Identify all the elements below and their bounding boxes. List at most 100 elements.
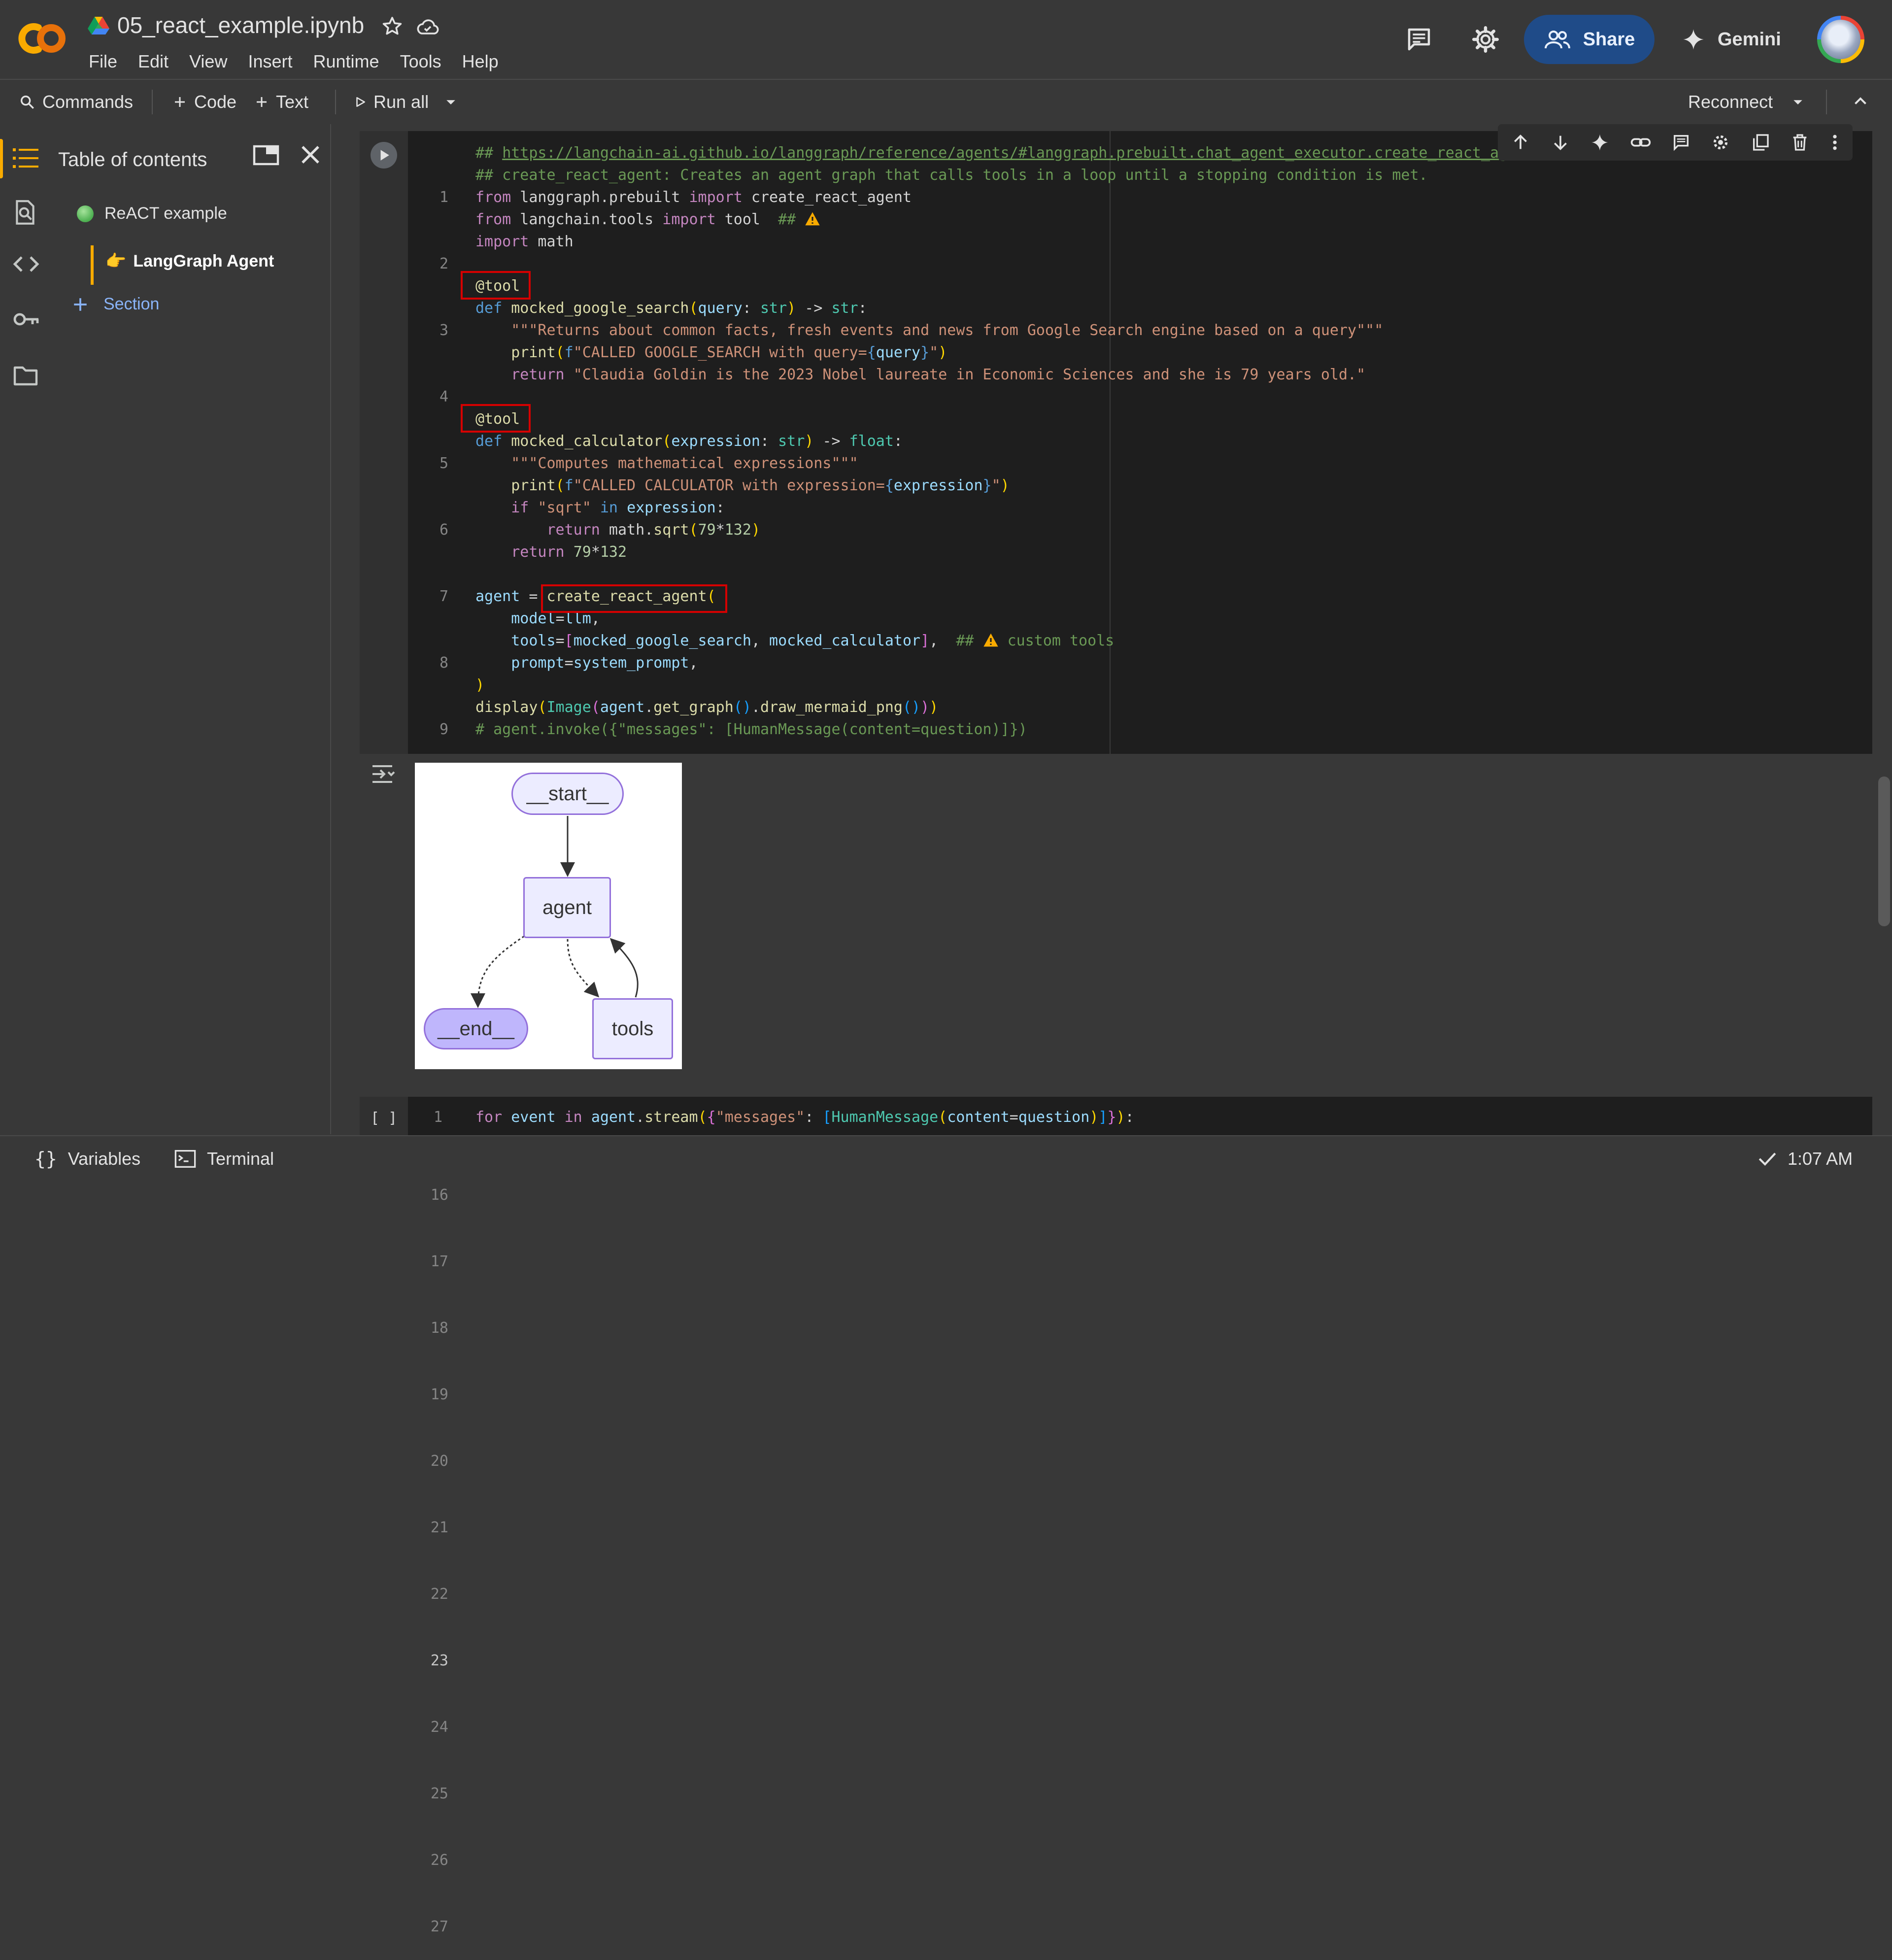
add-section-button[interactable]: Section [72,295,159,314]
code-line: tools=[mocked_google_search, mocked_calc… [511,632,1115,649]
menu-edit[interactable]: Edit [138,49,179,74]
mirror-cell-icon[interactable] [1751,133,1770,152]
cell-toolbar [1498,124,1853,161]
find-replace-icon[interactable] [13,199,37,226]
section-label: Section [103,295,160,313]
settings-gear-icon[interactable] [1471,25,1500,54]
gemini-button[interactable]: Gemini [1681,15,1781,64]
execution-time: 1:07 AM [1788,1149,1853,1169]
move-cell-down-icon[interactable] [1551,133,1570,152]
open-in-tab-icon[interactable] [252,143,280,168]
toc-item-langgraph-agent[interactable]: 👉 LangGraph Agent [105,251,274,271]
line-number: 26 [430,1852,448,1869]
line-number: 16 [430,1186,448,1204]
line-number: 25 [430,1785,448,1802]
code-snippets-icon[interactable] [13,254,39,274]
colab-logo-icon[interactable] [15,14,69,63]
cell-settings-gear-icon[interactable] [1711,133,1730,152]
commands-label: Commands [42,92,134,112]
code-line: def mocked_calculator(expression: str) -… [475,433,903,450]
highlight-box-create-react-agent [541,584,727,613]
delete-cell-trash-icon[interactable] [1790,133,1810,152]
line-number: 24 [430,1719,448,1736]
google-drive-icon[interactable] [88,16,109,35]
add-code-button[interactable]: Code [172,80,236,124]
scrollbar-track[interactable] [1876,124,1891,1134]
reconnect-button[interactable]: Reconnect [1688,80,1773,124]
cell-execution-count[interactable]: [ ] [371,1110,397,1127]
code-line: return math.sqrt(79*132) [546,521,761,539]
run-all-label: Run all [373,92,429,112]
code-line: import math [475,233,574,250]
code-line: display(Image(agent.get_graph().draw_mer… [475,699,939,716]
share-button[interactable]: Share [1524,15,1655,64]
line-number: 4 [439,388,448,406]
variables-label: Variables [68,1149,141,1169]
text-label: Text [276,92,309,112]
cloud-saved-icon[interactable] [415,15,440,38]
commands-button[interactable]: Commands [19,80,133,124]
user-avatar[interactable] [1817,16,1864,63]
line-number: 1 [434,1109,443,1126]
code-line: from langchain.tools import tool ## [475,208,1599,231]
variables-button[interactable]: {} Variables [34,1135,140,1183]
gemini-sparkle-icon[interactable] [1590,133,1610,152]
link-icon[interactable] [1630,133,1652,152]
add-text-button[interactable]: Text [254,80,308,124]
line-number: 19 [430,1386,448,1403]
star-icon[interactable] [380,15,404,38]
graph-node-agent: agent [523,877,611,938]
code-line: ## create_react_agent: Creates an agent … [475,167,1428,184]
share-label: Share [1583,29,1635,50]
line-number: 1 [439,189,448,206]
close-icon[interactable] [299,143,322,167]
toolbar-divider [335,90,336,114]
menu-insert[interactable]: Insert [248,49,303,74]
output-actions-icon[interactable] [371,762,396,786]
line-number: 23 [430,1652,448,1669]
run-all-dropdown-icon[interactable] [443,95,458,109]
runtime-dropdown-icon[interactable] [1791,95,1805,109]
play-icon [354,96,367,108]
more-options-icon[interactable] [1830,133,1840,152]
toc-title: Table of contents [58,149,207,170]
code-line: if "sqrt" in expression: [511,499,725,516]
terminal-button[interactable]: Terminal [174,1135,274,1183]
secrets-key-icon[interactable] [13,310,40,328]
plus-icon [72,296,89,313]
move-cell-up-icon[interactable] [1511,133,1530,152]
comment-icon[interactable] [1671,133,1691,152]
code-editor[interactable]: ## https://langchain-ai.github.io/langgr… [475,142,1599,741]
collapse-header-icon[interactable] [1852,93,1869,110]
code-line: return 79*132 [511,543,627,561]
run-all-button[interactable]: Run all [354,80,429,124]
line-number: 6 [439,521,448,539]
menu-runtime[interactable]: Runtime [313,49,390,74]
line-number: 20 [430,1453,448,1470]
toc-active-indicator [91,245,94,285]
table-of-contents-icon[interactable] [13,147,38,169]
code-editor[interactable]: for event in agent.stream({"messages": [… [475,1109,1134,1126]
pointing-hand-emoji: 👉 [105,252,127,270]
files-folder-icon[interactable] [13,365,38,386]
line-number: 17 [430,1253,448,1270]
terminal-label: Terminal [207,1149,274,1169]
line-number: 7 [439,588,448,605]
graph-node-start: __start__ [511,773,624,815]
run-cell-button[interactable] [371,142,397,169]
toc-item-react-example[interactable]: ReACT example [77,204,227,223]
menu-help[interactable]: Help [462,49,509,74]
menu-view[interactable]: View [189,49,238,74]
reconnect-label: Reconnect [1688,92,1773,112]
menu-tools[interactable]: Tools [400,49,452,74]
comment-icon[interactable] [1404,25,1434,54]
notebook-title[interactable]: 05_react_example.ipynb [117,12,364,38]
execution-status[interactable]: 1:07 AM [1758,1135,1853,1183]
code-line: @tool [475,410,520,428]
menu-file[interactable]: File [89,49,128,74]
code-label: Code [194,92,237,112]
toc-item-label: ReACT example [104,204,227,223]
scrollbar-thumb[interactable] [1878,777,1890,926]
toolbar-divider [1826,90,1827,114]
braces-icon: {} [34,1148,57,1170]
